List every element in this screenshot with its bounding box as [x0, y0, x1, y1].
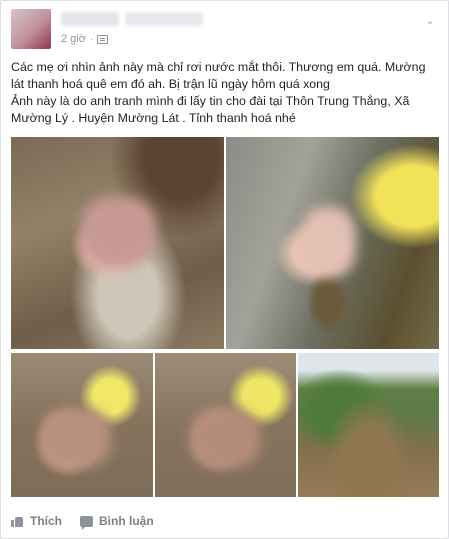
post-timestamp[interactable]: 2 giờ	[61, 33, 86, 45]
comment-label: Bình luận	[99, 514, 154, 528]
author-name-redacted[interactable]	[61, 12, 119, 26]
blurred-region	[190, 408, 260, 468]
blurred-region	[81, 197, 156, 267]
thumbs-up-icon	[11, 515, 24, 527]
post-header: 2 giờ · ⌄	[11, 9, 438, 53]
photo-5[interactable]	[298, 353, 439, 497]
photo-grid	[11, 137, 439, 497]
comment-icon	[80, 515, 93, 530]
post-text-line-1: Các mẹ ơi nhìn ảnh này mà chỉ rơi nước m…	[11, 60, 426, 91]
photo-4[interactable]	[155, 353, 296, 497]
like-label: Thích	[30, 514, 62, 528]
like-button[interactable]: Thích	[11, 514, 62, 528]
photo-1[interactable]	[11, 137, 224, 349]
post-card: 2 giờ · ⌄ Các mẹ ơi nhìn ảnh này mà chỉ …	[0, 0, 449, 539]
blurred-region	[41, 408, 111, 468]
post-text: Các mẹ ơi nhìn ảnh này mà chỉ rơi nước m…	[11, 59, 439, 127]
globe-icon[interactable]	[96, 34, 108, 44]
avatar[interactable]	[11, 9, 51, 49]
post-meta: 2 giờ ·	[61, 33, 108, 45]
blurred-region	[301, 207, 356, 277]
photo-3[interactable]	[11, 353, 153, 497]
meta-separator: ·	[89, 34, 93, 44]
photo-2[interactable]	[226, 137, 439, 349]
comment-button[interactable]: Bình luận	[80, 514, 154, 530]
post-text-line-2: Ảnh này là do anh tranh mình đi lấy tin …	[11, 94, 410, 125]
author-name-redacted-2[interactable]	[125, 12, 203, 26]
chevron-down-icon[interactable]: ⌄	[426, 17, 436, 27]
post-actions: Thích Bình luận	[11, 511, 438, 531]
